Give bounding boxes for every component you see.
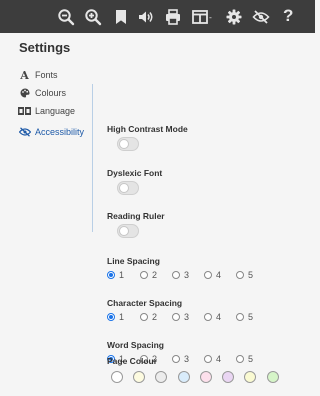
line-spacing-label: Line Spacing xyxy=(107,256,160,266)
radio-label: 5 xyxy=(248,354,254,364)
character-spacing-label: Character Spacing xyxy=(107,298,183,308)
layout-caret: - xyxy=(209,13,212,22)
word-spacing-option-3[interactable]: 3 xyxy=(172,353,189,365)
swatch-grey[interactable] xyxy=(155,371,167,383)
character-spacing-option-3[interactable]: 3 xyxy=(172,311,189,323)
swatch-blue[interactable] xyxy=(178,371,190,383)
radio-dot xyxy=(172,313,180,321)
sidebar-divider xyxy=(92,84,93,232)
language-icon xyxy=(18,106,31,116)
radio-dot xyxy=(204,271,212,279)
radio-label: 3 xyxy=(184,270,190,280)
swatch-purple[interactable] xyxy=(222,371,234,383)
toggle-knob xyxy=(119,139,129,149)
swatch-green[interactable] xyxy=(267,371,279,383)
sidebar-item-label: Fonts xyxy=(35,70,58,80)
line-spacing-radios: 1 2 3 4 5 xyxy=(107,269,307,281)
print-icon[interactable] xyxy=(164,8,182,26)
radio-dot xyxy=(140,271,148,279)
radio-label: 1 xyxy=(119,270,125,280)
sidebar-item-colours[interactable]: Colours xyxy=(18,86,66,100)
radio-dot xyxy=(204,355,212,363)
line-spacing-option-2[interactable]: 2 xyxy=(140,269,157,281)
page-colour-label: Page Colour xyxy=(107,356,158,366)
radio-dot xyxy=(107,313,115,321)
sidebar-item-label: Accessibility xyxy=(35,127,85,137)
radio-label: 3 xyxy=(184,354,190,364)
radio-label: 2 xyxy=(152,312,158,322)
line-spacing-option-5[interactable]: 5 xyxy=(236,269,253,281)
character-spacing-option-2[interactable]: 2 xyxy=(140,311,157,323)
layout-icon[interactable]: - xyxy=(191,8,215,26)
sidebar-item-accessibility[interactable]: Accessibility xyxy=(18,125,84,139)
line-spacing-option-1[interactable]: 1 xyxy=(107,269,124,281)
radio-label: 4 xyxy=(216,312,222,322)
radio-label: 4 xyxy=(216,354,222,364)
radio-label: 3 xyxy=(184,312,190,322)
radio-dot xyxy=(172,355,180,363)
font-icon: A xyxy=(20,68,29,82)
word-spacing-option-5[interactable]: 5 xyxy=(236,353,253,365)
toggle-knob xyxy=(119,183,129,193)
zoom-in-icon[interactable] xyxy=(84,8,102,26)
character-spacing-radios: 1 2 3 4 5 xyxy=(107,311,307,323)
gear-icon[interactable] xyxy=(225,8,243,26)
sidebar-item-fonts[interactable]: A Fonts xyxy=(18,68,58,82)
swatch-yellow[interactable] xyxy=(244,371,256,383)
bookmark-icon[interactable] xyxy=(112,8,130,26)
high-contrast-toggle[interactable] xyxy=(117,137,139,151)
radio-dot xyxy=(236,271,244,279)
swatch-white[interactable] xyxy=(111,371,123,383)
radio-dot xyxy=(172,271,180,279)
swatch-pink[interactable] xyxy=(200,371,212,383)
word-spacing-option-4[interactable]: 4 xyxy=(204,353,221,365)
line-spacing-option-3[interactable]: 3 xyxy=(172,269,189,281)
accessibility-icon[interactable] xyxy=(252,8,270,26)
radio-label: 4 xyxy=(216,270,222,280)
help-icon[interactable]: ? xyxy=(283,6,301,25)
reading-ruler-label: Reading Ruler xyxy=(107,211,165,221)
accessibility-icon xyxy=(18,127,31,137)
character-spacing-option-4[interactable]: 4 xyxy=(204,311,221,323)
sidebar-item-language[interactable]: Language xyxy=(18,104,75,118)
sidebar-item-label: Language xyxy=(35,106,76,116)
radio-dot xyxy=(236,313,244,321)
dyslexic-font-label: Dyslexic Font xyxy=(107,168,163,178)
radio-label: 5 xyxy=(248,270,254,280)
word-spacing-label: Word Spacing xyxy=(107,340,164,350)
toggle-knob xyxy=(119,226,129,236)
radio-dot xyxy=(236,355,244,363)
radio-dot xyxy=(107,271,115,279)
page-title: Settings xyxy=(19,40,71,55)
radio-label: 5 xyxy=(248,312,254,322)
swatch-cream[interactable] xyxy=(133,371,145,383)
radio-dot xyxy=(204,313,212,321)
line-spacing-option-4[interactable]: 4 xyxy=(204,269,221,281)
zoom-out-icon[interactable] xyxy=(57,8,75,26)
sidebar-item-label: Colours xyxy=(35,88,67,98)
radio-label: 1 xyxy=(119,312,125,322)
character-spacing-option-5[interactable]: 5 xyxy=(236,311,253,323)
palette-icon xyxy=(18,88,31,98)
character-spacing-option-1[interactable]: 1 xyxy=(107,311,124,323)
page-colour-swatches xyxy=(111,371,311,385)
top-toolbar: - ? xyxy=(0,0,315,33)
radio-label: 2 xyxy=(152,270,158,280)
high-contrast-label: High Contrast Mode xyxy=(107,124,188,134)
dyslexic-font-toggle[interactable] xyxy=(117,181,139,195)
audio-icon[interactable] xyxy=(137,8,155,26)
radio-dot xyxy=(140,313,148,321)
reading-ruler-toggle[interactable] xyxy=(117,224,139,238)
